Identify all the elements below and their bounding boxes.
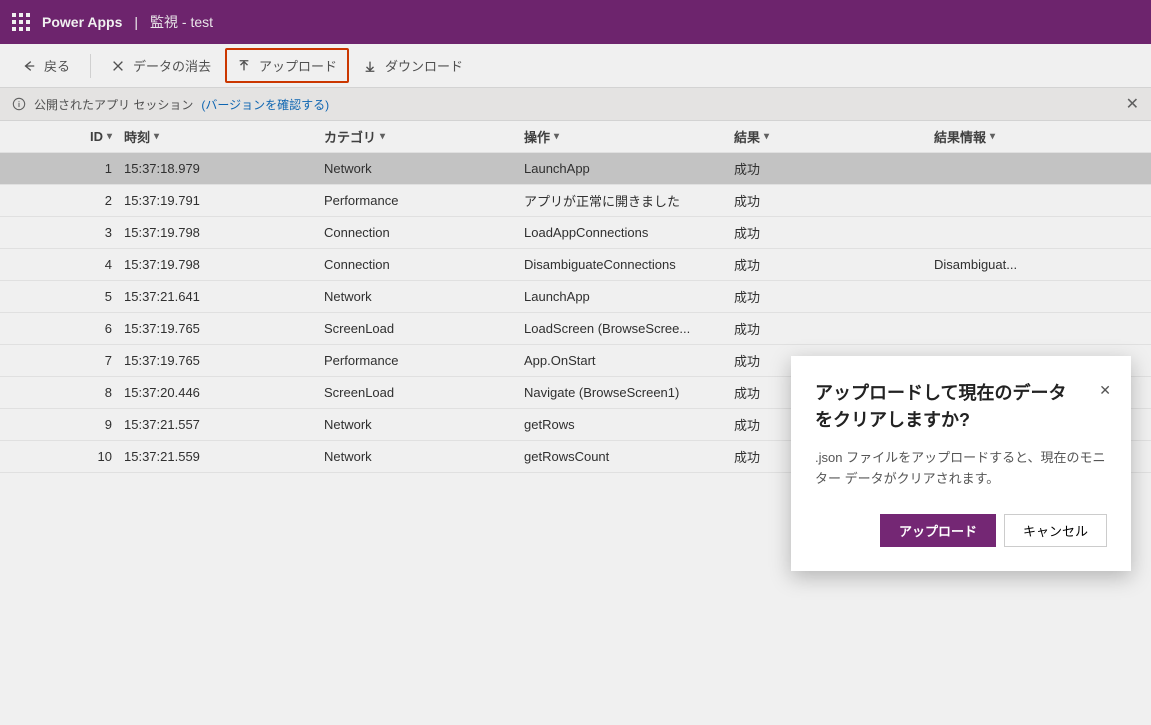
upload-icon — [237, 59, 251, 73]
table-row[interactable]: 515:37:21.641NetworkLaunchApp成功 — [0, 281, 1151, 313]
cell-id: 1 — [4, 161, 124, 176]
table-row[interactable]: 315:37:19.798ConnectionLoadAppConnection… — [0, 217, 1151, 249]
cell-result: 成功 — [734, 287, 934, 306]
col-time[interactable]: 時刻▾ — [124, 127, 324, 146]
cell-time: 15:37:19.791 — [124, 193, 324, 208]
cell-id: 9 — [4, 417, 124, 432]
upload-label: アップロード — [259, 56, 337, 75]
download-icon — [363, 59, 377, 73]
clear-label: データの消去 — [133, 56, 211, 75]
dialog-cancel-button[interactable]: キャンセル — [1004, 514, 1107, 547]
cell-time: 15:37:19.765 — [124, 353, 324, 368]
cell-category: Connection — [324, 225, 524, 240]
cell-time: 15:37:19.798 — [124, 257, 324, 272]
cell-operation: アプリが正常に開きました — [524, 191, 734, 210]
cell-time: 15:37:19.765 — [124, 321, 324, 336]
cell-operation: Navigate (BrowseScreen1) — [524, 385, 734, 400]
cell-category: Connection — [324, 257, 524, 272]
cell-operation: LaunchApp — [524, 289, 734, 304]
table-row[interactable]: 115:37:18.979NetworkLaunchApp成功 — [0, 153, 1151, 185]
waffle-icon[interactable] — [12, 13, 30, 31]
table-row[interactable]: 215:37:19.791Performanceアプリが正常に開きました成功 — [0, 185, 1151, 217]
table-row[interactable]: 415:37:19.798ConnectionDisambiguateConne… — [0, 249, 1151, 281]
chevron-down-icon: ▾ — [154, 131, 159, 142]
cell-category: Network — [324, 161, 524, 176]
cell-id: 10 — [4, 449, 124, 464]
cell-category: ScreenLoad — [324, 385, 524, 400]
app-name[interactable]: Power Apps — [42, 14, 122, 30]
header-divider: | — [134, 14, 138, 30]
cell-time: 15:37:21.559 — [124, 449, 324, 464]
app-header: Power Apps | 監視 - test — [0, 0, 1151, 44]
upload-button[interactable]: アップロード — [225, 48, 349, 83]
cell-result: 成功 — [734, 319, 934, 338]
grid-header: ID▾ 時刻▾ カテゴリ▾ 操作▾ 結果▾ 結果情報▾ — [0, 121, 1151, 153]
banner-text: 公開されたアプリ セッション — [34, 96, 193, 113]
cell-category: Performance — [324, 193, 524, 208]
cell-id: 6 — [4, 321, 124, 336]
cell-time: 15:37:21.641 — [124, 289, 324, 304]
cell-operation: DisambiguateConnections — [524, 257, 734, 272]
cell-category: Network — [324, 289, 524, 304]
cell-id: 3 — [4, 225, 124, 240]
cell-time: 15:37:18.979 — [124, 161, 324, 176]
info-banner: 公開されたアプリ セッション (バージョンを確認する) ✕ — [0, 88, 1151, 121]
cell-category: ScreenLoad — [324, 321, 524, 336]
chevron-down-icon: ▾ — [107, 131, 112, 142]
cell-id: 5 — [4, 289, 124, 304]
chevron-down-icon: ▾ — [990, 131, 995, 142]
cell-category: Performance — [324, 353, 524, 368]
cell-operation: LoadScreen (BrowseScree... — [524, 321, 734, 336]
dialog-body: .json ファイルをアップロードすると、現在のモニター データがクリアされます… — [815, 448, 1107, 490]
cell-id: 7 — [4, 353, 124, 368]
cell-time: 15:37:21.557 — [124, 417, 324, 432]
banner-link[interactable]: (バージョンを確認する) — [201, 96, 329, 113]
cell-result: 成功 — [734, 159, 934, 178]
chevron-down-icon: ▾ — [380, 131, 385, 142]
download-label: ダウンロード — [385, 56, 463, 75]
chevron-down-icon: ▾ — [554, 131, 559, 142]
download-button[interactable]: ダウンロード — [353, 50, 473, 81]
cell-time: 15:37:20.446 — [124, 385, 324, 400]
upload-confirm-dialog: ✕ アップロードして現在のデータをクリアしますか? .json ファイルをアップ… — [791, 356, 1131, 571]
cell-result-info: Disambiguat... — [934, 257, 1147, 272]
cell-id: 4 — [4, 257, 124, 272]
col-id[interactable]: ID▾ — [4, 129, 124, 144]
col-result[interactable]: 結果▾ — [734, 127, 934, 146]
col-operation[interactable]: 操作▾ — [524, 127, 734, 146]
col-category[interactable]: カテゴリ▾ — [324, 127, 524, 146]
cell-id: 2 — [4, 193, 124, 208]
dialog-upload-button[interactable]: アップロード — [880, 514, 996, 547]
dialog-title: アップロードして現在のデータをクリアしますか? — [815, 380, 1107, 434]
clear-data-button[interactable]: データの消去 — [101, 50, 221, 81]
page-title: 監視 - test — [150, 12, 213, 32]
back-button[interactable]: 戻る — [12, 50, 80, 81]
close-icon — [111, 59, 125, 73]
back-label: 戻る — [44, 56, 70, 75]
arrow-left-icon — [22, 59, 36, 73]
dialog-close-icon[interactable]: ✕ — [1099, 382, 1111, 399]
col-result-info[interactable]: 結果情報▾ — [934, 127, 1147, 146]
table-row[interactable]: 615:37:19.765ScreenLoadLoadScreen (Brows… — [0, 313, 1151, 345]
info-icon — [12, 97, 26, 111]
cell-result: 成功 — [734, 255, 934, 274]
banner-close-icon[interactable]: ✕ — [1126, 94, 1139, 114]
cell-category: Network — [324, 417, 524, 432]
cell-operation: getRowsCount — [524, 449, 734, 464]
cell-result: 成功 — [734, 223, 934, 242]
cell-operation: App.OnStart — [524, 353, 734, 368]
toolbar: 戻る データの消去 アップロード ダウンロード — [0, 44, 1151, 88]
cell-operation: LoadAppConnections — [524, 225, 734, 240]
cell-id: 8 — [4, 385, 124, 400]
cell-category: Network — [324, 449, 524, 464]
chevron-down-icon: ▾ — [764, 131, 769, 142]
cell-result: 成功 — [734, 191, 934, 210]
cell-operation: LaunchApp — [524, 161, 734, 176]
cell-operation: getRows — [524, 417, 734, 432]
cell-time: 15:37:19.798 — [124, 225, 324, 240]
